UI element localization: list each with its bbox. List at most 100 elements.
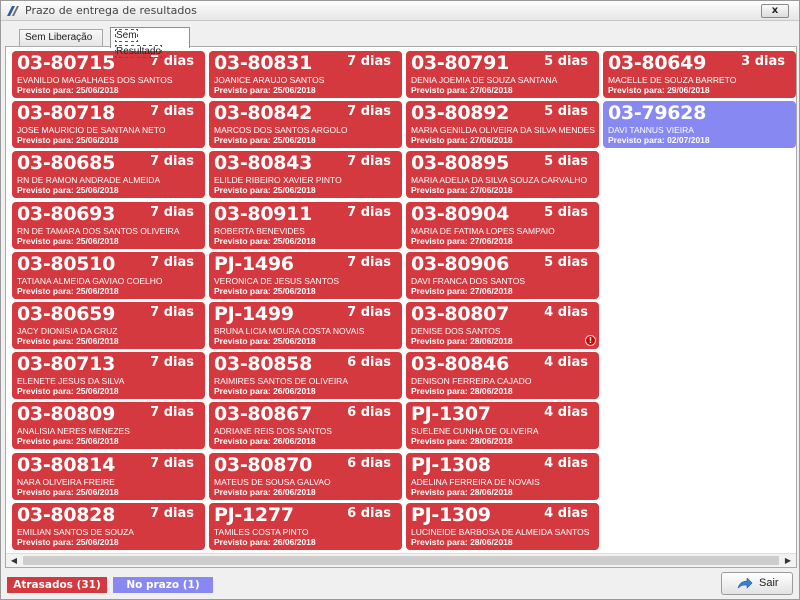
card-due-date: Previsto para: 25/06/2018 [17,537,119,547]
scroll-thumb[interactable] [23,556,779,565]
result-card[interactable]: PJ-1277 6 dias TAMILES COSTA PINTO Previsto… [209,503,402,550]
card-code: 03-80510 [17,253,116,275]
card-patient-name: MARCOS DOS SANTOS ARGOLO [214,125,348,135]
card-due-date: Previsto para: 25/06/2018 [17,436,119,446]
result-card[interactable]: 03-80831 7 dias JOANICE ARAUJO SANTOS Previ… [209,51,402,98]
close-button[interactable]: x [761,4,789,18]
card-due-date: Previsto para: 25/06/2018 [17,286,119,296]
result-card[interactable]: 03-80718 7 dias JOSE MAURICIO DE SANTANA N… [12,101,205,148]
result-card[interactable]: 03-80659 7 dias JACY DIONISIA DA CRUZ Previ… [12,302,205,349]
card-days: 7 dias [150,456,194,471]
card-due-value: 27/06/2018 [470,135,513,145]
scroll-right-icon[interactable]: ▶ [780,554,796,568]
result-card[interactable]: 03-80895 5 dias MARIA ADELIA DA SILVA SOUZ… [406,151,599,198]
card-due-value: 27/06/2018 [470,85,513,95]
card-due-prefix: Previsto para: [411,436,468,446]
card-due-prefix: Previsto para: [17,336,74,346]
card-code: 03-80693 [17,203,116,225]
card-due-value: 28/06/2018 [470,537,513,547]
result-card[interactable]: PJ-1308 4 dias ADELINA FERREIRA DE NOVAIS P… [406,453,599,500]
card-code: 03-80906 [411,253,510,275]
result-card[interactable]: 03-80510 7 dias TATIANA ALMEIDA GAVIAO COE… [12,252,205,299]
card-due-date: Previsto para: 27/06/2018 [411,135,513,145]
card-days: 6 dias [347,506,391,521]
card-due-date: Previsto para: 25/06/2018 [17,336,119,346]
card-due-prefix: Previsto para: [17,236,74,246]
card-code: 03-80685 [17,152,116,174]
exit-button[interactable]: Sair [721,572,793,595]
exit-label: Sair [759,577,779,589]
card-due-value: 27/06/2018 [470,185,513,195]
card-due-value: 25/06/2018 [76,487,119,497]
result-card[interactable]: 03-80843 7 dias ELILDE RIBEIRO XAVIER PINT… [209,151,402,198]
card-due-date: Previsto para: 26/06/2018 [214,436,316,446]
card-due-prefix: Previsto para: [411,236,468,246]
result-card[interactable]: 03-80904 5 dias MARIA DE FATIMA LOPES SAMP… [406,202,599,249]
result-card[interactable]: 03-80906 5 dias DAVI FRANCA DOS SANTOS Prev… [406,252,599,299]
card-due-prefix: Previsto para: [411,185,468,195]
result-card[interactable]: PJ-1307 4 dias SUELENE CUNHA DE OLIVEIRA Pr… [406,402,599,449]
card-patient-name: LUCINEIDE BARBOSA DE ALMEIDA SANTOS [411,527,590,537]
result-card[interactable]: 03-80715 7 dias EVANILDO MAGALHAES DOS SAN… [12,51,205,98]
card-due-value: 27/06/2018 [470,236,513,246]
result-card[interactable]: 03-80791 5 dias DENIA JOEMIA DE SOUZA SANT… [406,51,599,98]
card-code: 03-80831 [214,52,313,74]
result-card[interactable]: 03-80809 7 dias ANALISIA NERES MENEZES Prev… [12,402,205,449]
result-card[interactable]: 03-80846 4 dias DENISON FERREIRA CAJADO Pre… [406,352,599,399]
tab-sem-resultado[interactable]: Sem Resultado [110,27,190,58]
card-code: 03-80828 [17,504,116,526]
card-days: 7 dias [150,255,194,270]
result-card[interactable]: PJ-1496 7 dias VERONICA DE JESUS SANTOS Pre… [209,252,402,299]
result-card[interactable]: 03-80867 6 dias ADRIANE REIS DOS SANTOS Pre… [209,402,402,449]
result-card[interactable]: 03-80911 7 dias ROBERTA BENEVIDES Previsto … [209,202,402,249]
card-due-date: Previsto para: 26/06/2018 [214,386,316,396]
result-card[interactable]: 03-80842 7 dias MARCOS DOS SANTOS ARGOLO Pr… [209,101,402,148]
card-due-value: 25/06/2018 [76,386,119,396]
horizontal-scrollbar[interactable]: ◀ ▶ [6,553,796,567]
card-due-prefix: Previsto para: [608,85,665,95]
card-code: 03-80895 [411,152,510,174]
result-card[interactable]: 03-80649 3 dias MACELLE DE SOUZA BARRETO Pr… [603,51,796,98]
card-code: 03-80659 [17,303,116,325]
card-due-prefix: Previsto para: [214,386,271,396]
card-days: 5 dias [544,104,588,119]
card-due-value: 28/06/2018 [470,436,513,446]
exit-arrow-icon [737,578,753,589]
result-card[interactable]: 03-80892 5 dias MARIA GENILDA OLIVEIRA DA … [406,101,599,148]
card-patient-name: JOSE MAURICIO DE SANTANA NETO [17,125,166,135]
result-card[interactable]: 03-80807 4 dias DENISE DOS SANTOS Previsto … [406,302,599,349]
card-patient-name: MACELLE DE SOUZA BARRETO [608,75,737,85]
card-days: 7 dias [150,154,194,169]
card-due-value: 26/06/2018 [273,487,316,497]
card-patient-name: ROBERTA BENEVIDES [214,226,305,236]
card-patient-name: ANALISIA NERES MENEZES [17,426,130,436]
card-code: PJ-1307 [411,403,491,425]
result-card[interactable]: PJ-1499 7 dias BRUNA LICIA MOURA COSTA NOV… [209,302,402,349]
card-due-date: Previsto para: 25/06/2018 [17,135,119,145]
scroll-left-icon[interactable]: ◀ [6,554,22,568]
app-window: Prazo de entrega de resultados x Sem Lib… [0,0,800,600]
result-card[interactable]: 03-80814 7 dias NARA OLIVEIRA FREIRE Previs… [12,453,205,500]
card-days: 4 dias [544,355,588,370]
card-code: 03-80715 [17,52,116,74]
card-due-value: 25/06/2018 [76,236,119,246]
card-days: 5 dias [544,205,588,220]
card-days: 4 dias [544,506,588,521]
tab-sem-liberacao[interactable]: Sem Liberação [19,29,103,47]
result-card[interactable]: PJ-1309 4 dias LUCINEIDE BARBOSA DE ALMEID… [406,503,599,550]
result-card[interactable]: 03-80693 7 dias RN DE TAMARA DOS SANTOS OL… [12,202,205,249]
card-due-date: Previsto para: 28/06/2018 [411,487,513,497]
result-card[interactable]: 03-79628 DAVI TANNUS VIEIRA Previsto para:… [603,101,796,148]
result-card[interactable]: 03-80858 6 dias RAIMIRES SANTOS DE OLIVEIR… [209,352,402,399]
card-patient-name: DAVI TANNUS VIEIRA [608,125,694,135]
card-due-value: 29/06/2018 [667,85,710,95]
result-card[interactable]: 03-80870 6 dias MATEUS DE SOUSA GALVAO Prev… [209,453,402,500]
card-due-prefix: Previsto para: [17,487,74,497]
card-grid: 03-80715 7 dias EVANILDO MAGALHAES DOS SAN… [6,47,796,553]
result-card[interactable]: 03-80713 7 dias ELENETE JESUS DA SILVA Prev… [12,352,205,399]
card-due-prefix: Previsto para: [411,135,468,145]
result-card[interactable]: 03-80685 7 dias RN DE RAMON ANDRADE ALMEID… [12,151,205,198]
card-patient-name: ADRIANE REIS DOS SANTOS [214,426,332,436]
card-patient-name: ELILDE RIBEIRO XAVIER PINTO [214,175,342,185]
result-card[interactable]: 03-80828 7 dias EMILIAN SANTOS DE SOUZA Pre… [12,503,205,550]
